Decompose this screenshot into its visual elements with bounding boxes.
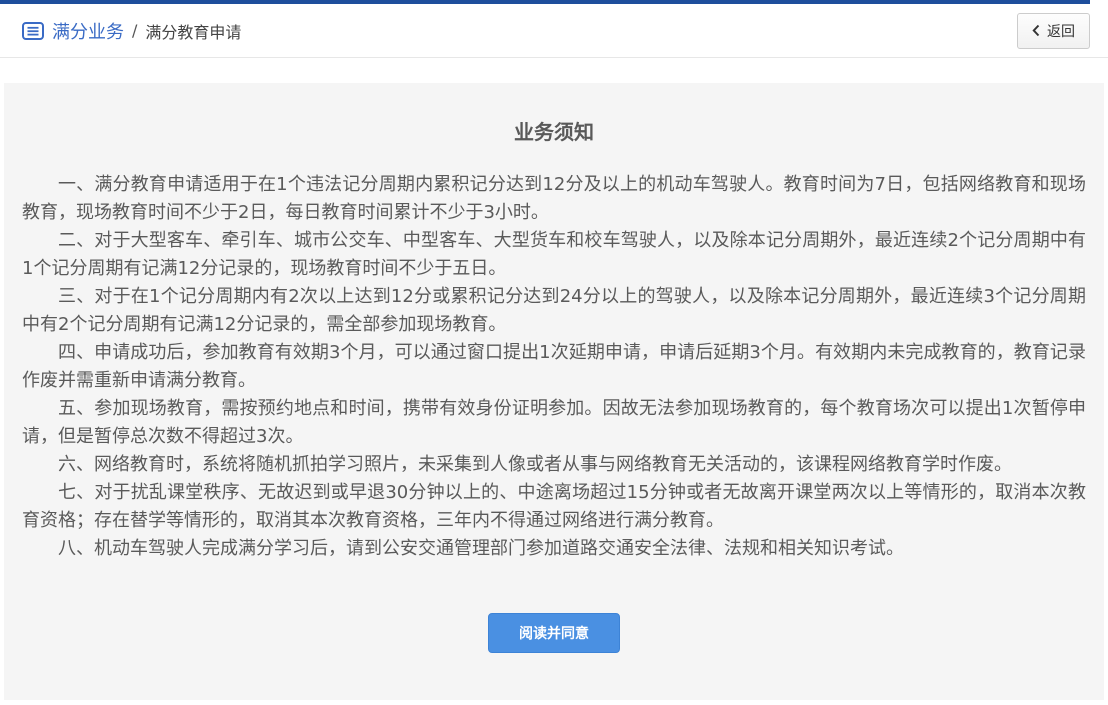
notice-title: 业务须知 (4, 116, 1104, 145)
breadcrumb-current-page: 满分教育申请 (145, 19, 241, 43)
breadcrumb: 满分业务 / 满分教育申请 (22, 18, 241, 44)
notice-item-5: 五、参加现场教育，需按预约地点和时间，携带有效身份证明参加。因故无法参加现场教育… (22, 395, 1086, 451)
agree-button-row: 阅读并同意 (4, 613, 1104, 653)
breadcrumb-root-link[interactable]: 满分业务 (52, 18, 124, 44)
back-button-label: 返回 (1047, 21, 1075, 41)
notice-item-3: 三、对于在1个记分周期内有2次以上达到12分或累积记分达到24分以上的驾驶人，以… (22, 283, 1086, 339)
notice-item-7: 七、对于扰乱课堂秩序、无故迟到或早退30分钟以上的、中途离场超过15分钟或者无故… (22, 479, 1086, 535)
list-icon (22, 22, 44, 40)
notice-item-4: 四、申请成功后，参加教育有效期3个月，可以通过窗口提出1次延期申请，申请后延期3… (22, 339, 1086, 395)
notice-item-2: 二、对于大型客车、牵引车、城市公交车、中型客车、大型货车和校车驾驶人，以及除本记… (22, 227, 1086, 283)
notice-body: 一、满分教育申请适用于在1个违法记分周期内累积记分达到12分及以上的机动车驾驶人… (4, 171, 1104, 563)
page-header: 满分业务 / 满分教育申请 返回 (0, 4, 1108, 58)
agree-button[interactable]: 阅读并同意 (488, 613, 620, 653)
notice-item-1: 一、满分教育申请适用于在1个违法记分周期内累积记分达到12分及以上的机动车驾驶人… (22, 171, 1086, 227)
chevron-left-icon (1032, 24, 1040, 37)
back-button[interactable]: 返回 (1017, 13, 1090, 49)
notice-item-8: 八、机动车驾驶人完成满分学习后，请到公安交通管理部门参加道路交通安全法律、法规和… (22, 535, 1086, 563)
breadcrumb-separator: / (132, 21, 137, 40)
notice-item-6: 六、网络教育时，系统将随机抓拍学习照片，未采集到人像或者从事与网络教育无关活动的… (22, 451, 1086, 479)
notice-panel: 业务须知 一、满分教育申请适用于在1个违法记分周期内累积记分达到12分及以上的机… (4, 83, 1104, 700)
